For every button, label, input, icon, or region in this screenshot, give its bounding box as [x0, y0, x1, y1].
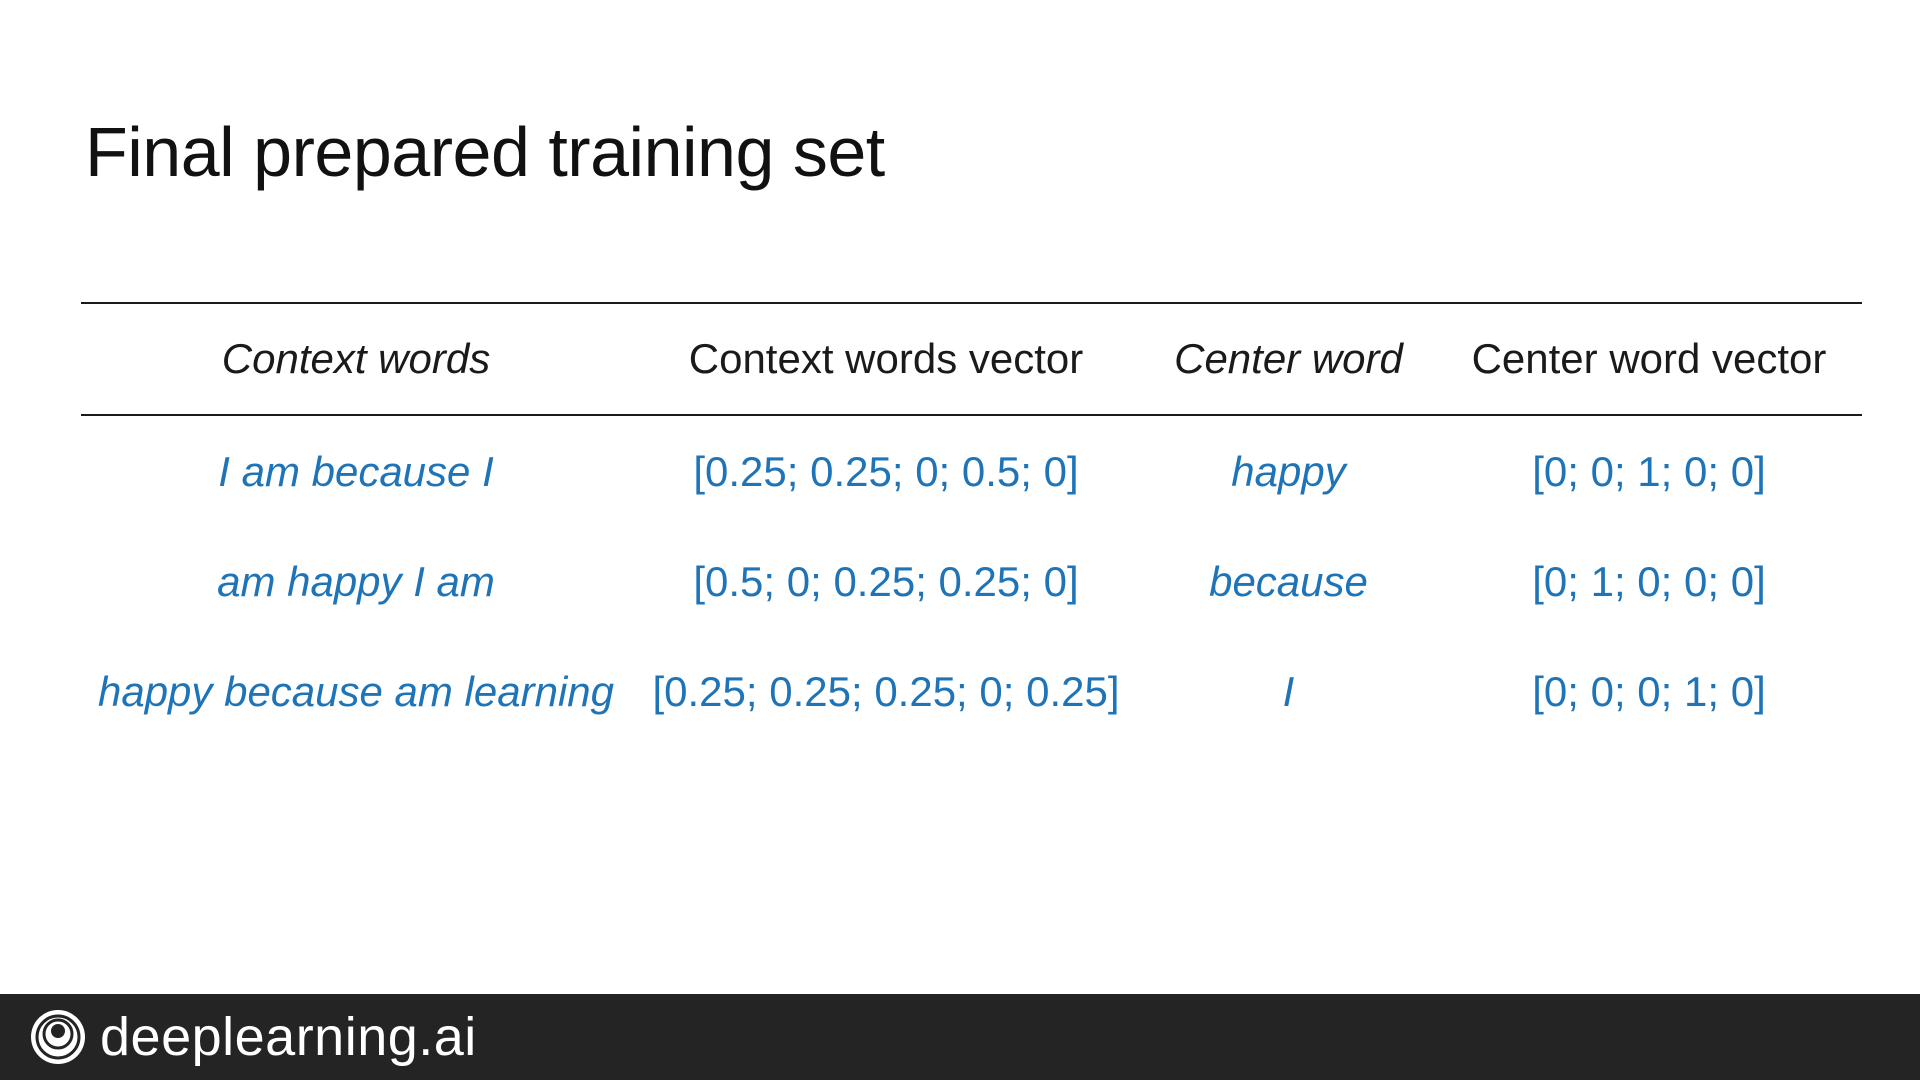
header-context-words: Context words — [221, 335, 491, 382]
footer-bar: deeplearning.ai — [0, 994, 1920, 1080]
table-row: happy because am learning [0.25; 0.25; 0… — [81, 637, 1862, 747]
center-vector-cell: [0; 0; 1; 0; 0] — [1532, 448, 1766, 495]
training-set-table: Context words Context words vector Cente… — [81, 302, 1862, 747]
slide: Final prepared training set Context word… — [0, 0, 1920, 1080]
brand-name: deeplearning.ai — [100, 1007, 477, 1067]
context-vector-cell: [0.5; 0; 0.25; 0.25; 0] — [693, 558, 1079, 605]
center-word-cell: I — [1282, 668, 1295, 715]
center-vector-cell: [0; 0; 0; 1; 0] — [1532, 668, 1766, 715]
table-row: I am because I [0.25; 0.25; 0; 0.5; 0] h… — [81, 417, 1862, 527]
center-word-cell: happy — [1231, 448, 1346, 495]
center-vector-cell: [0; 1; 0; 0; 0] — [1532, 558, 1766, 605]
header-context-words-vector: Context words vector — [688, 335, 1084, 382]
center-word-cell: because — [1209, 558, 1368, 605]
context-vector-cell: [0.25; 0.25; 0; 0.5; 0] — [693, 448, 1079, 495]
table-body: I am because I [0.25; 0.25; 0; 0.5; 0] h… — [81, 416, 1862, 747]
context-vector-cell: [0.25; 0.25; 0.25; 0; 0.25] — [652, 668, 1120, 715]
header-center-word: Center word — [1174, 335, 1403, 382]
deeplearning-logo-icon — [31, 1010, 85, 1064]
slide-title: Final prepared training set — [85, 113, 885, 191]
header-center-word-vector: Center word vector — [1471, 335, 1827, 382]
context-words-cell: happy because am learning — [97, 668, 615, 715]
context-words-cell: I am because I — [218, 448, 494, 495]
context-words-cell: am happy I am — [217, 558, 495, 605]
table-row: am happy I am [0.5; 0; 0.25; 0.25; 0] be… — [81, 527, 1862, 637]
table-header-row: Context words Context words vector Cente… — [81, 304, 1862, 414]
